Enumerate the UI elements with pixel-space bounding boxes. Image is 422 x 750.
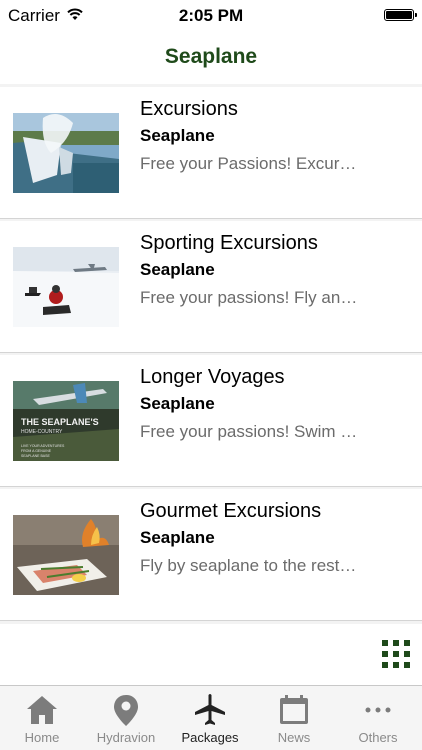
tab-label: Others xyxy=(358,730,398,745)
tab-others[interactable]: Others xyxy=(336,686,420,750)
item-title: Gourmet Excursions xyxy=(140,500,322,522)
seaplane-brochure-photo: THE SEAPLANE'S HOME-COUNTRY LIVE YOUR AD… xyxy=(13,381,119,461)
item-description: Fly by seaplane to the restaurant xyxy=(140,556,362,575)
list-item[interactable]: Sporting Excursions Seaplane Free your p… xyxy=(0,221,422,353)
home-icon xyxy=(27,696,57,724)
status-bar: Carrier 2:05 PM xyxy=(0,0,422,30)
list-item[interactable]: THE SEAPLANE'S HOME-COUNTRY LIVE YOUR AD… xyxy=(0,355,422,487)
item-subtitle: Seaplane xyxy=(140,528,215,547)
list-item[interactable]: Gourmet Excursions Seaplane Fly by seapl… xyxy=(0,489,422,621)
item-description: Free your passions! Swim and explore xyxy=(140,422,362,441)
tab-bar: Home Hydravion Packages News Others xyxy=(0,685,422,750)
tab-hydravion[interactable]: Hydravion xyxy=(84,686,168,750)
gourmet-dish-photo xyxy=(13,515,119,595)
item-title: Excursions xyxy=(140,98,238,120)
map-pin-icon xyxy=(114,695,138,726)
page-title: Seaplane xyxy=(164,45,258,68)
tab-label: News xyxy=(277,730,311,745)
svg-text:HOME-COUNTRY: HOME-COUNTRY xyxy=(21,429,63,435)
item-title: Sporting Excursions xyxy=(140,232,318,254)
airplane-icon xyxy=(195,694,225,725)
item-title: Longer Voyages xyxy=(140,366,285,388)
waterfall-photo xyxy=(13,113,119,193)
packages-list: Excursions Seaplane Free your Passions! … xyxy=(0,84,422,624)
svg-text:LIVE YOUR ADVENTURES: LIVE YOUR ADVENTURES xyxy=(21,444,65,448)
item-subtitle: Seaplane xyxy=(140,394,215,413)
svg-text:FROM A GENUINE: FROM A GENUINE xyxy=(21,449,52,453)
battery-icon xyxy=(384,9,417,21)
tab-label: Home xyxy=(24,730,60,745)
svg-text:SEAPLANE BASE: SEAPLANE BASE xyxy=(21,454,50,458)
item-description: Free your Passions! Excursions by seapla… xyxy=(140,154,362,173)
tab-home[interactable]: Home xyxy=(0,686,84,750)
tab-label: Packages xyxy=(181,730,239,745)
snowmobile-photo xyxy=(13,247,119,327)
more-icon xyxy=(365,707,391,713)
svg-text:THE SEAPLANE'S: THE SEAPLANE'S xyxy=(21,417,99,427)
item-subtitle: Seaplane xyxy=(140,126,215,145)
navigation-bar: Seaplane xyxy=(0,30,422,84)
tab-label: Hydravion xyxy=(96,730,156,745)
item-subtitle: Seaplane xyxy=(140,260,215,279)
grid-view-icon[interactable] xyxy=(382,640,410,668)
tab-packages[interactable]: Packages xyxy=(168,686,252,750)
calendar-icon xyxy=(280,695,308,724)
list-item[interactable]: Excursions Seaplane Free your Passions! … xyxy=(0,87,422,219)
clock: 2:05 PM xyxy=(178,6,244,25)
item-description: Free your passions! Fly and ride xyxy=(140,288,362,307)
tab-news[interactable]: News xyxy=(252,686,336,750)
